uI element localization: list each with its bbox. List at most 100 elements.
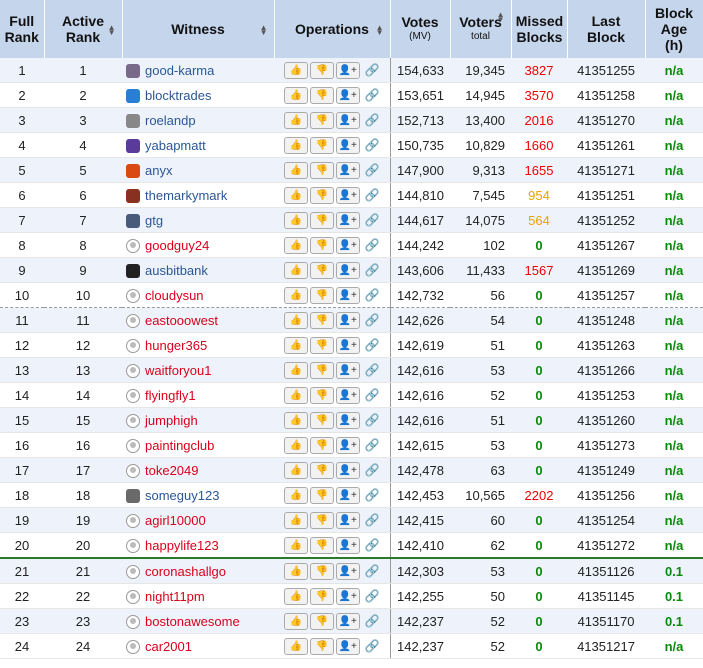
link-icon[interactable]: 🔗 [365,213,380,227]
add-proxy-icon[interactable]: 👤+ [335,86,360,104]
witness-name-link[interactable]: coronashallgo [145,564,226,579]
witness-name-link[interactable]: ausbitbank [145,263,208,278]
thumbs-down-icon[interactable]: 👎 [309,461,334,479]
link-icon[interactable]: 🔗 [365,163,380,177]
witness-name-link[interactable]: eastooowest [145,313,218,328]
col-votes[interactable]: Votes (MV) [389,0,451,58]
thumbs-down-icon[interactable]: 👎 [309,261,334,279]
thumbs-down-icon[interactable]: 👎 [309,436,334,454]
add-proxy-icon[interactable]: 👤+ [335,136,360,154]
col-active-rank[interactable]: Active Rank ▲ ▼ [44,0,123,58]
link-icon[interactable]: 🔗 [365,488,380,502]
witness-name-link[interactable]: themarkymark [145,188,227,203]
witness-name-link[interactable]: blocktrades [145,88,211,103]
link-icon[interactable]: 🔗 [365,589,380,603]
thumbs-down-icon[interactable]: 👎 [309,236,334,254]
thumbs-down-icon[interactable]: 👎 [309,386,334,404]
add-proxy-icon[interactable]: 👤+ [335,236,360,254]
witness-name-link[interactable]: good-karma [145,63,214,78]
thumbs-up-icon[interactable]: 👍 [283,136,308,154]
thumbs-up-icon[interactable]: 👍 [283,336,308,354]
link-icon[interactable]: 🔗 [365,388,380,402]
witness-name-link[interactable]: night11pm [145,589,205,604]
col-missed[interactable]: Missed Blocks [511,0,568,58]
thumbs-up-icon[interactable]: 👍 [283,111,308,129]
thumbs-down-icon[interactable]: 👎 [309,186,334,204]
link-icon[interactable]: 🔗 [365,263,380,277]
add-proxy-icon[interactable]: 👤+ [335,562,360,580]
link-icon[interactable]: 🔗 [365,63,380,77]
thumbs-up-icon[interactable]: 👍 [283,86,308,104]
add-proxy-icon[interactable]: 👤+ [335,386,360,404]
add-proxy-icon[interactable]: 👤+ [335,186,360,204]
link-icon[interactable]: 🔗 [365,564,380,578]
witness-name-link[interactable]: flyingfly1 [145,388,196,403]
thumbs-down-icon[interactable]: 👎 [309,111,334,129]
witness-name-link[interactable]: paintingclub [145,438,214,453]
thumbs-up-icon[interactable]: 👍 [283,486,308,504]
thumbs-down-icon[interactable]: 👎 [309,562,334,580]
link-icon[interactable]: 🔗 [365,639,380,653]
thumbs-down-icon[interactable]: 👎 [309,587,334,605]
link-icon[interactable]: 🔗 [365,463,380,477]
witness-name-link[interactable]: car2001 [145,639,192,654]
thumbs-down-icon[interactable]: 👎 [309,161,334,179]
witness-name-link[interactable]: jumphigh [145,413,198,428]
thumbs-down-icon[interactable]: 👎 [309,61,334,79]
thumbs-down-icon[interactable]: 👎 [309,336,334,354]
add-proxy-icon[interactable]: 👤+ [335,111,360,129]
link-icon[interactable]: 🔗 [365,238,380,252]
add-proxy-icon[interactable]: 👤+ [335,536,360,554]
add-proxy-icon[interactable]: 👤+ [335,411,360,429]
col-voters[interactable]: Voters total ▲ ▼ [450,0,512,58]
thumbs-down-icon[interactable]: 👎 [309,86,334,104]
witness-name-link[interactable]: toke2049 [145,463,199,478]
thumbs-up-icon[interactable]: 👍 [283,211,308,229]
add-proxy-icon[interactable]: 👤+ [335,261,360,279]
witness-name-link[interactable]: someguy123 [145,488,219,503]
link-icon[interactable]: 🔗 [365,88,380,102]
col-last-block[interactable]: Last Block [567,0,646,58]
col-full-rank[interactable]: Full Rank [0,0,45,58]
add-proxy-icon[interactable]: 👤+ [335,61,360,79]
add-proxy-icon[interactable]: 👤+ [335,511,360,529]
thumbs-down-icon[interactable]: 👎 [309,511,334,529]
link-icon[interactable]: 🔗 [365,313,380,327]
witness-name-link[interactable]: bostonawesome [145,614,240,629]
add-proxy-icon[interactable]: 👤+ [335,587,360,605]
thumbs-down-icon[interactable]: 👎 [309,311,334,329]
witness-name-link[interactable]: anyx [145,163,172,178]
add-proxy-icon[interactable]: 👤+ [335,637,360,655]
thumbs-up-icon[interactable]: 👍 [283,261,308,279]
witness-name-link[interactable]: hunger365 [145,338,207,353]
witness-name-link[interactable]: agirl10000 [145,513,206,528]
add-proxy-icon[interactable]: 👤+ [335,336,360,354]
thumbs-up-icon[interactable]: 👍 [283,637,308,655]
link-icon[interactable]: 🔗 [365,138,380,152]
add-proxy-icon[interactable]: 👤+ [335,612,360,630]
add-proxy-icon[interactable]: 👤+ [335,286,360,304]
thumbs-up-icon[interactable]: 👍 [283,436,308,454]
link-icon[interactable]: 🔗 [365,188,380,202]
thumbs-up-icon[interactable]: 👍 [283,587,308,605]
thumbs-up-icon[interactable]: 👍 [283,286,308,304]
link-icon[interactable]: 🔗 [365,113,380,127]
thumbs-down-icon[interactable]: 👎 [309,211,334,229]
col-witness[interactable]: Witness ▲ ▼ [122,0,275,58]
thumbs-up-icon[interactable]: 👍 [283,536,308,554]
thumbs-down-icon[interactable]: 👎 [309,361,334,379]
thumbs-down-icon[interactable]: 👎 [309,136,334,154]
link-icon[interactable]: 🔗 [365,614,380,628]
witness-name-link[interactable]: gtg [145,213,163,228]
add-proxy-icon[interactable]: 👤+ [335,361,360,379]
thumbs-up-icon[interactable]: 👍 [283,411,308,429]
witness-name-link[interactable]: waitforyou1 [145,363,211,378]
witness-name-link[interactable]: happylife123 [145,538,219,553]
thumbs-down-icon[interactable]: 👎 [309,486,334,504]
thumbs-up-icon[interactable]: 👍 [283,612,308,630]
witness-name-link[interactable]: goodguy24 [145,238,209,253]
thumbs-up-icon[interactable]: 👍 [283,562,308,580]
thumbs-up-icon[interactable]: 👍 [283,61,308,79]
add-proxy-icon[interactable]: 👤+ [335,461,360,479]
thumbs-up-icon[interactable]: 👍 [283,361,308,379]
